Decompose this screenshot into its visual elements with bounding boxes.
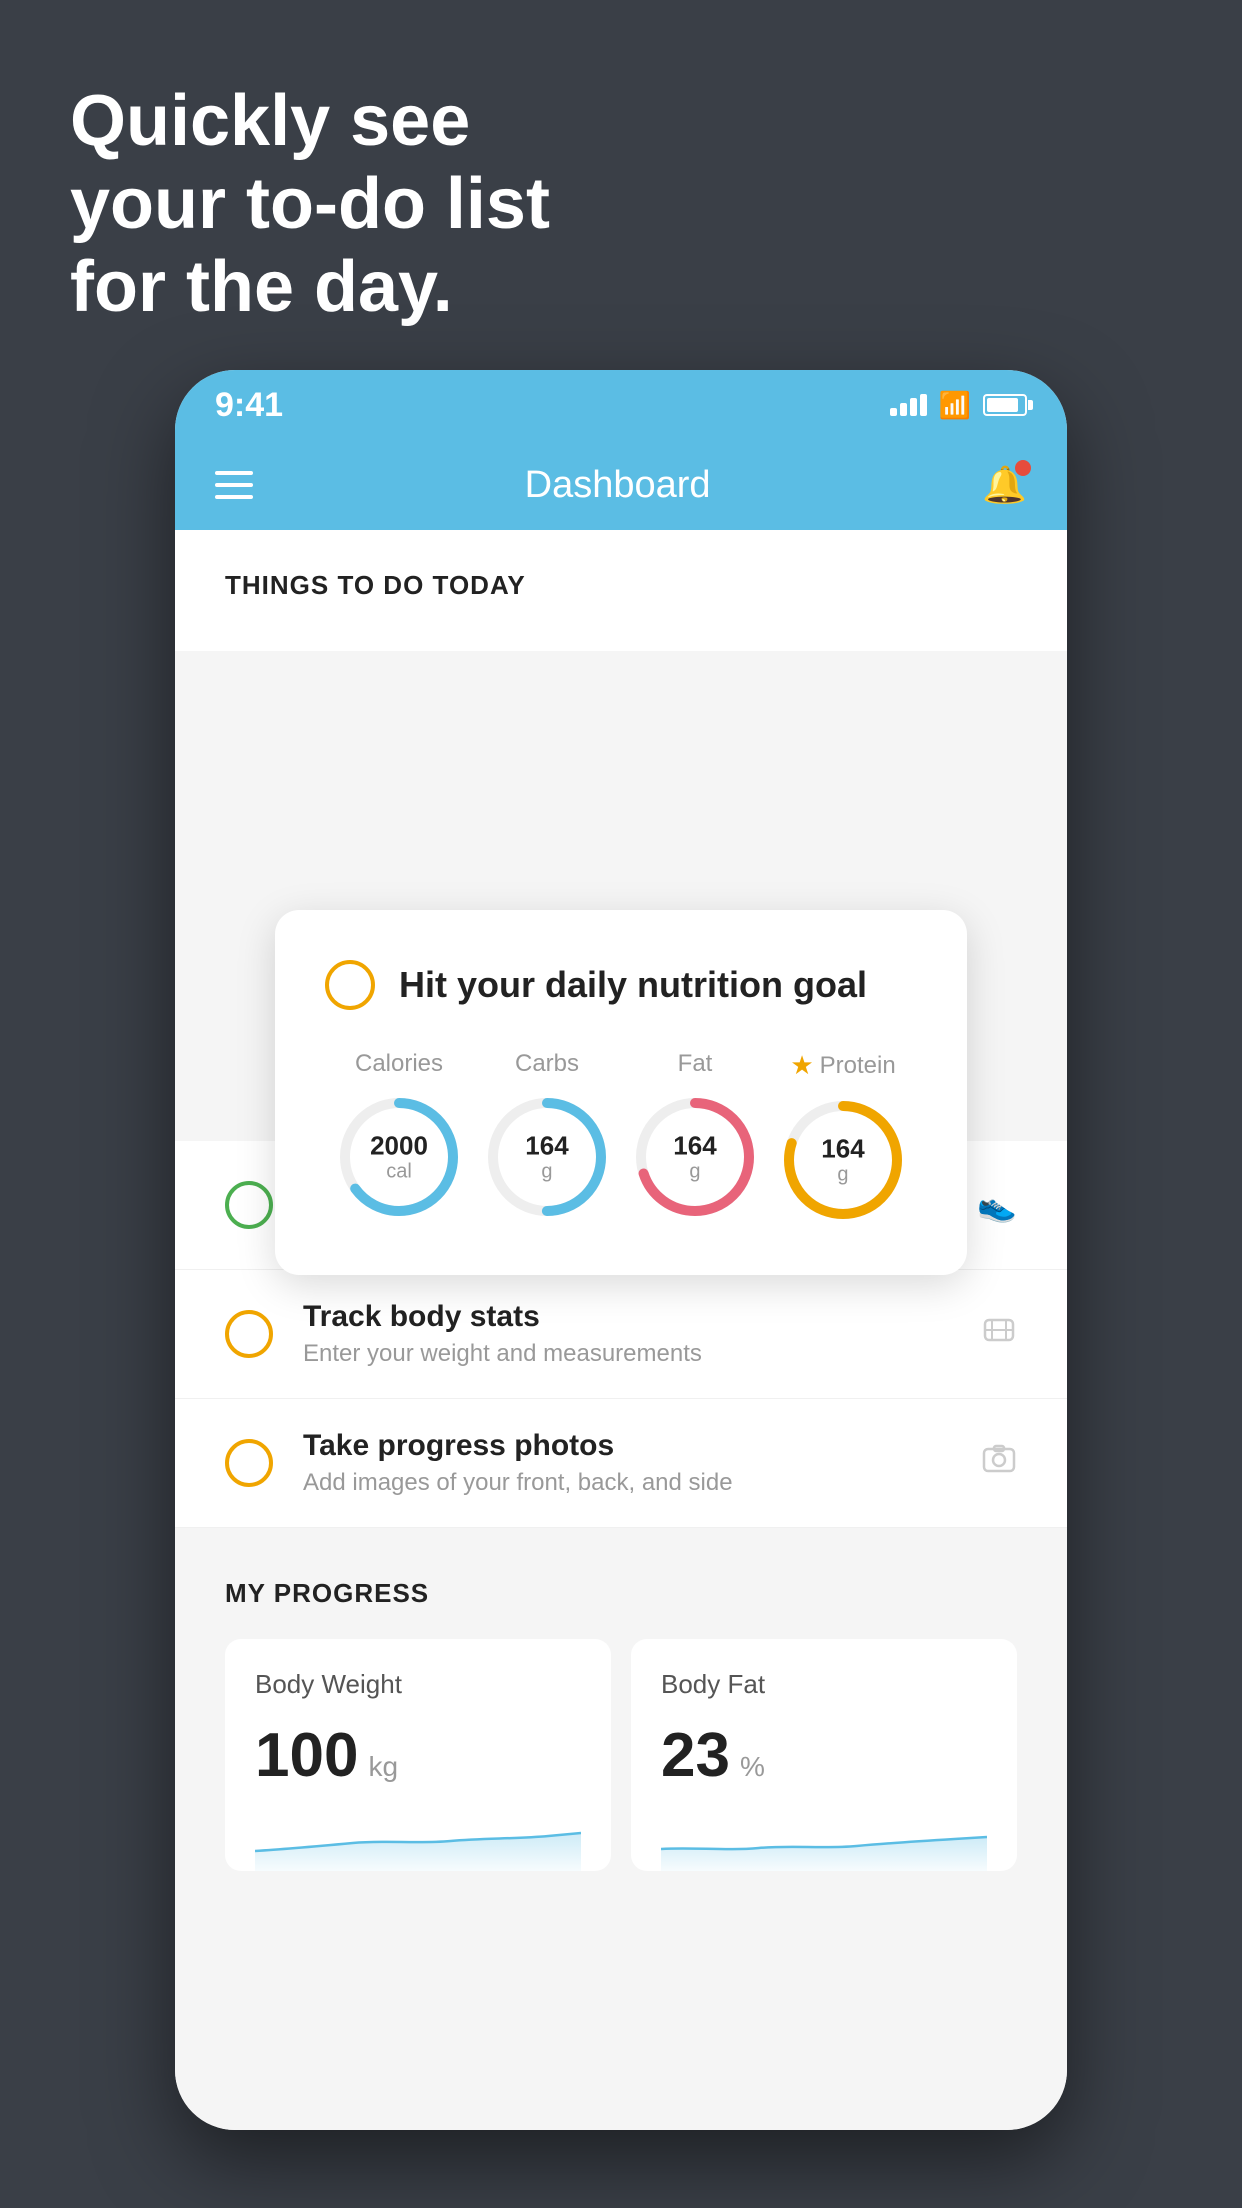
photo-icon [981,1441,1017,1485]
fat-donut: 164 g [630,1092,760,1222]
body-weight-unit: kg [368,1751,398,1783]
carbs-stat: Carbs 164 g [482,1050,612,1222]
nutrition-stats: Calories 2000 cal Carbs [325,1050,917,1225]
fat-value: 164 [673,1132,716,1161]
carbs-label: Carbs [515,1050,579,1078]
card-indicator [325,960,375,1010]
todo-item-body-stats[interactable]: Track body stats Enter your weight and m… [175,1270,1067,1399]
calories-label: Calories [355,1050,443,1078]
nav-title: Dashboard [525,464,711,507]
hero-line2: your to-do list [70,163,550,246]
protein-unit: g [821,1163,864,1185]
carbs-unit: g [525,1160,568,1182]
todo-text-body-stats: Track body stats Enter your weight and m… [303,1300,951,1368]
todo-item-photos[interactable]: Take progress photos Add images of your … [175,1399,1067,1528]
todo-text-photos: Take progress photos Add images of your … [303,1429,951,1497]
body-fat-unit: % [740,1751,765,1783]
status-bar: 9:41 📶 [175,370,1067,440]
body-fat-card[interactable]: Body Fat 23 % [631,1639,1017,1871]
status-time: 9:41 [215,386,283,425]
star-icon: ★ [790,1050,813,1081]
todo-subtitle-body-stats: Enter your weight and measurements [303,1340,951,1368]
status-icons: 📶 [890,390,1027,421]
hero-line3: for the day. [70,246,550,329]
progress-title: MY PROGRESS [225,1578,1017,1609]
calories-stat: Calories 2000 cal [334,1050,464,1222]
notification-dot [1015,460,1031,476]
body-fat-value-row: 23 % [661,1720,987,1791]
phone-content: THINGS TO DO TODAY Hit your daily nutrit… [175,530,1067,2130]
things-section: THINGS TO DO TODAY [175,530,1067,651]
carbs-donut: 164 g [482,1092,612,1222]
body-weight-label: Body Weight [255,1669,581,1700]
phone-frame: 9:41 📶 Dashboard 🔔 [175,370,1067,2130]
progress-cards: Body Weight 100 kg [225,1639,1017,1871]
fat-stat: Fat 164 g [630,1050,760,1222]
calories-donut: 2000 cal [334,1092,464,1222]
hero-text: Quickly see your to-do list for the day. [70,80,550,328]
body-fat-chart [661,1811,987,1871]
shoe-icon: 👟 [977,1186,1017,1224]
protein-label: Protein [820,1052,896,1080]
body-weight-card[interactable]: Body Weight 100 kg [225,1639,611,1871]
fat-label: Fat [678,1050,713,1078]
card-header: Hit your daily nutrition goal [325,960,917,1010]
todo-title-photos: Take progress photos [303,1429,951,1463]
things-section-title: THINGS TO DO TODAY [225,570,1017,601]
progress-section: MY PROGRESS Body Weight 100 kg [175,1528,1067,1911]
notification-bell-button[interactable]: 🔔 [982,464,1027,506]
body-fat-value: 23 [661,1720,730,1791]
body-weight-chart [255,1811,581,1871]
scale-icon [981,1312,1017,1356]
todo-title-body-stats: Track body stats [303,1300,951,1334]
wifi-icon: 📶 [939,390,971,421]
carbs-value: 164 [525,1132,568,1161]
protein-value: 164 [821,1135,864,1164]
body-weight-value: 100 [255,1720,358,1791]
hero-line1: Quickly see [70,80,550,163]
calories-unit: cal [370,1160,428,1182]
battery-icon [983,394,1027,416]
menu-button[interactable] [215,471,253,499]
calories-value: 2000 [370,1132,428,1161]
protein-stat: ★ Protein 164 g [778,1050,908,1225]
todo-circle-body-stats [225,1310,273,1358]
nutrition-card: Hit your daily nutrition goal Calories 2… [275,910,967,1275]
protein-donut: 164 g [778,1095,908,1225]
todo-subtitle-photos: Add images of your front, back, and side [303,1469,951,1497]
body-fat-label: Body Fat [661,1669,987,1700]
protein-label-row: ★ Protein [790,1050,895,1081]
card-title: Hit your daily nutrition goal [399,964,867,1006]
fat-unit: g [673,1160,716,1182]
todo-circle-running [225,1181,273,1229]
signal-icon [890,394,927,416]
todo-circle-photos [225,1439,273,1487]
nav-bar: Dashboard 🔔 [175,440,1067,530]
body-weight-value-row: 100 kg [255,1720,581,1791]
